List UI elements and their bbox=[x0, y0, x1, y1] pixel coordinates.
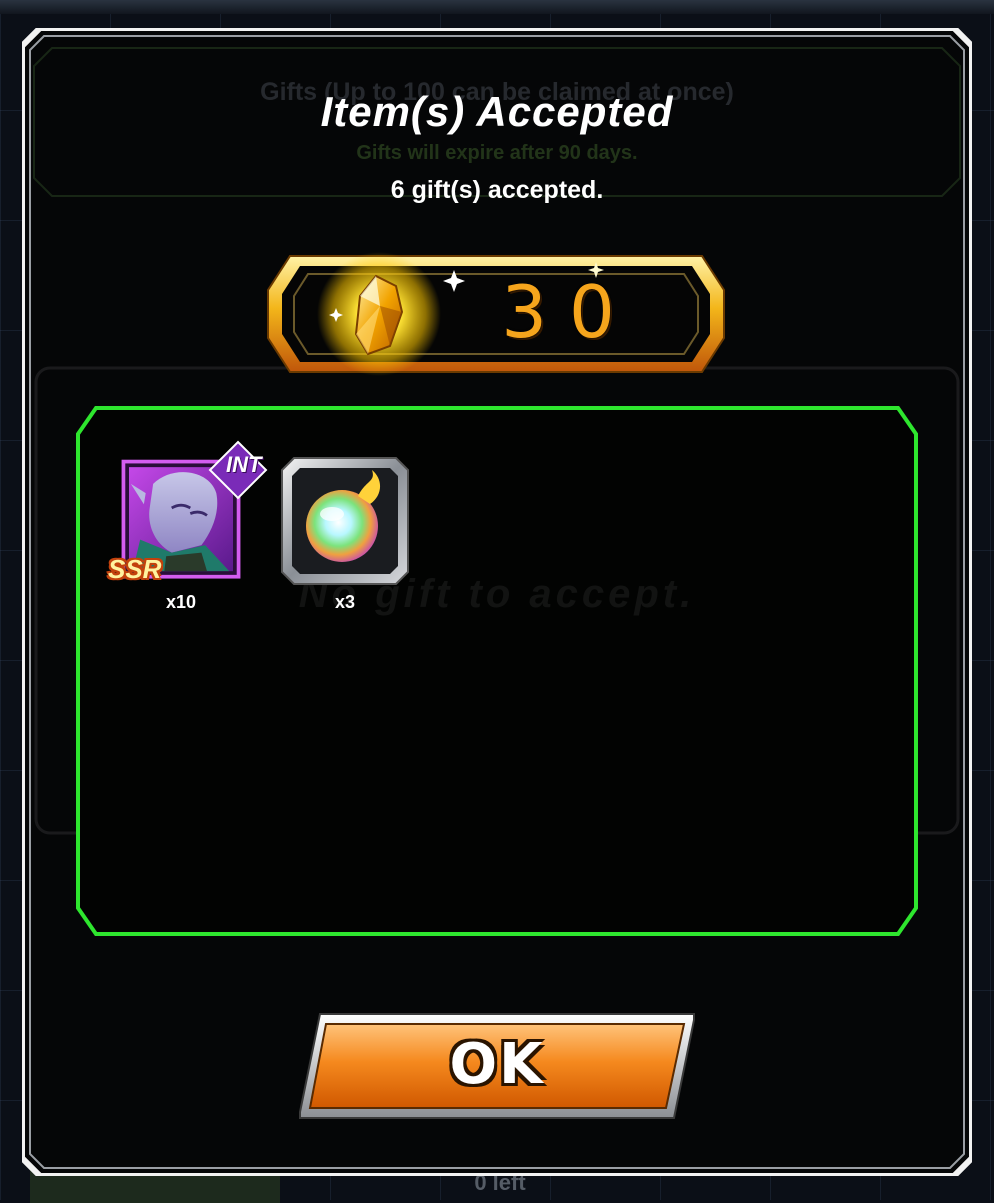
background-expire-note: Gifts will expire after 90 days. bbox=[356, 142, 638, 164]
reward-amount: 30 bbox=[501, 270, 637, 354]
rainbow-orb-icon bbox=[281, 457, 409, 585]
dialog-title: Item(s) Accepted bbox=[320, 88, 674, 135]
gift-quantity: x10 bbox=[165, 592, 197, 612]
gift-quantity: x3 bbox=[334, 592, 356, 612]
reward-banner: 30 bbox=[264, 250, 728, 378]
ok-button-label: OK bbox=[449, 1032, 545, 1097]
dialog-subtitle: 6 gift(s) accepted. bbox=[390, 176, 604, 204]
type-badge-label: INT bbox=[226, 452, 262, 477]
rarity-badge-label: SSR bbox=[108, 554, 162, 584]
ok-button[interactable]: OK bbox=[296, 1012, 698, 1120]
background-top-strip bbox=[0, 0, 994, 14]
